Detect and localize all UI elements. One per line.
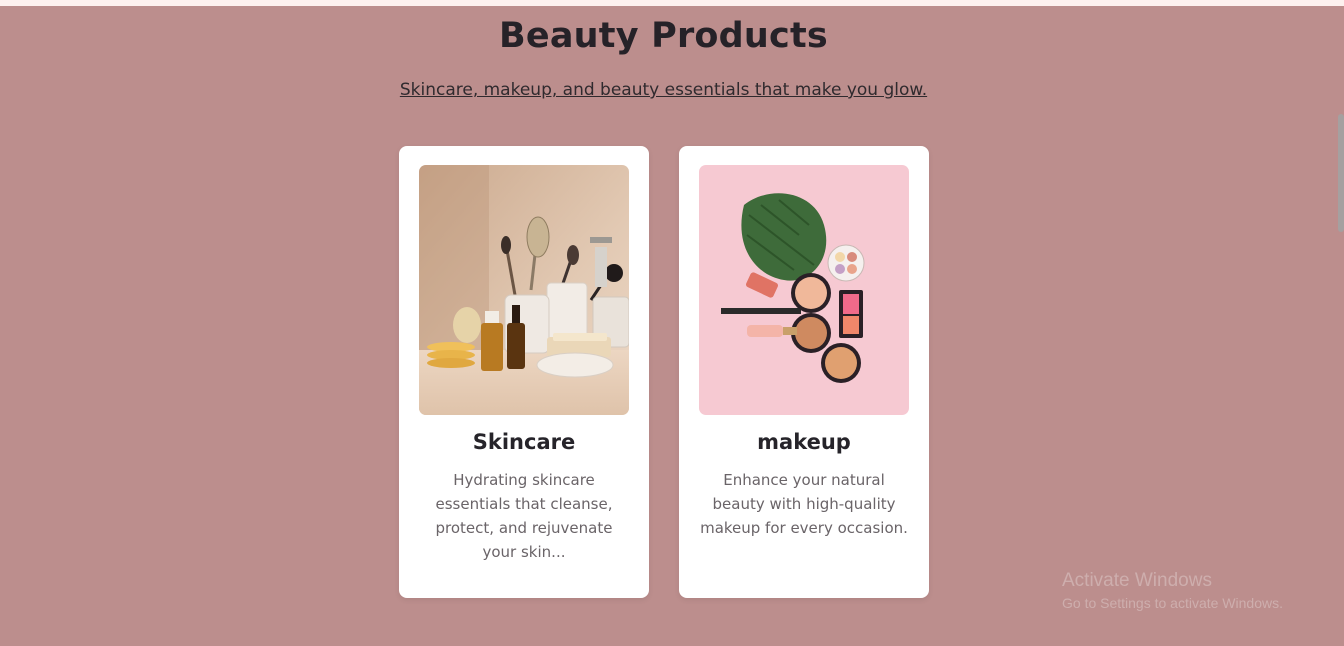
product-card-makeup[interactable]: makeup Enhance your natural beauty with …	[679, 146, 929, 598]
card-description-makeup: Enhance your natural beauty with high-qu…	[700, 471, 908, 537]
page-title: Beauty Products	[499, 16, 828, 56]
top-strip	[0, 0, 1344, 6]
page-subtitle: Skincare, makeup, and beauty essentials …	[0, 80, 1327, 100]
skincare-image	[419, 165, 629, 415]
subtitle-link[interactable]: Skincare, makeup, and beauty essentials …	[400, 80, 927, 100]
card-title-makeup: makeup	[757, 430, 851, 454]
makeup-image	[699, 165, 909, 415]
activate-windows-watermark: Activate Windows Go to Settings to activ…	[1062, 570, 1283, 611]
product-card-skincare[interactable]: Skincare Hydrating skincare essentials t…	[399, 146, 649, 598]
card-title-skincare: Skincare	[472, 430, 576, 454]
watermark-line-2: Go to Settings to activate Windows.	[1062, 595, 1283, 611]
scroll-thumb[interactable]	[1338, 114, 1344, 232]
card-description-skincare: Hydrating skincare essentials that clean…	[435, 471, 613, 561]
watermark-line-1: Activate Windows	[1062, 570, 1212, 591]
page-scrollbar[interactable]	[1338, 6, 1344, 646]
